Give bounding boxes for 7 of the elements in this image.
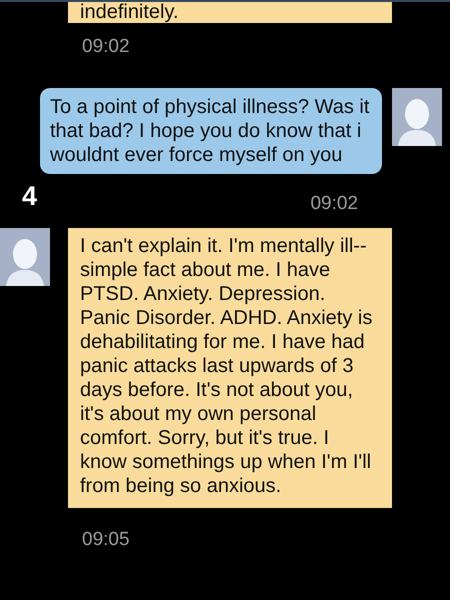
message-time: 09:05 bbox=[82, 528, 131, 552]
message-time: 09:02 bbox=[310, 192, 358, 216]
received-message-bubble: indefinitely. bbox=[68, 2, 392, 23]
message-time: 09:02 bbox=[82, 35, 131, 59]
received-message-bubble: I can't explain it. I'm mentally ill--simple fact about me. I have PTSD. Anxiety. Depression. Panic Disorder. ADHD. Anxiety is dehabilitating for me. I have had panic attacks last upwards of 3 days before. It's not about you, it's about my own personal comfort. Sorry, but it's true. I know somethings up when I'm I'll from being so anxious. bbox=[68, 228, 392, 508]
sent-message-bubble: To a point of physical illness? Was it that bad? I hope you do know that i wouldnt ever force myself on you bbox=[40, 88, 382, 174]
number-label: 4 bbox=[22, 183, 38, 210]
